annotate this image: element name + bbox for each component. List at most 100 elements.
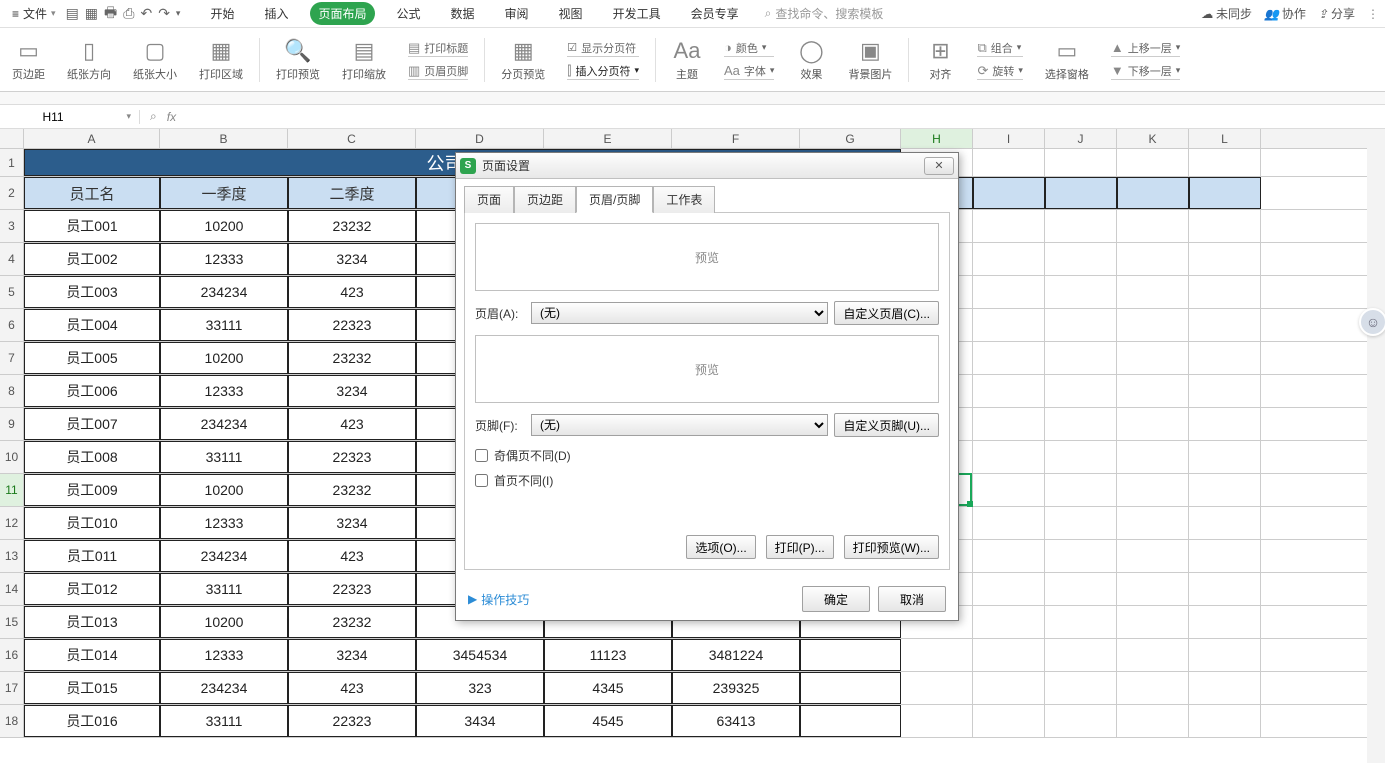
cell[interactable]: 二季度 [288, 177, 416, 209]
row-header-8[interactable]: 8 [0, 375, 24, 407]
cell[interactable] [1045, 177, 1117, 209]
cell[interactable]: 4345 [544, 672, 672, 704]
cell[interactable] [973, 540, 1045, 572]
cell[interactable]: 12333 [160, 639, 288, 671]
row-header-7[interactable]: 7 [0, 342, 24, 374]
chevron-down-icon[interactable]: ▾ [176, 8, 181, 19]
row-header-5[interactable]: 5 [0, 276, 24, 308]
chevron-down-icon[interactable]: ▾ [126, 111, 131, 122]
effects-button[interactable]: ◯效果 [790, 38, 832, 82]
ok-button[interactable]: 确定 [802, 586, 870, 612]
more-icon[interactable]: ⋮ [1367, 7, 1379, 21]
col-header-E[interactable]: E [544, 129, 672, 148]
ribbon-tab-6[interactable]: 视图 [551, 2, 591, 25]
cell[interactable] [1045, 573, 1117, 605]
cell[interactable] [1117, 474, 1189, 506]
cell[interactable] [1045, 342, 1117, 374]
orientation-button[interactable]: ▯纸张方向 [61, 38, 117, 82]
cell[interactable]: 33111 [160, 573, 288, 605]
cell[interactable]: 10200 [160, 474, 288, 506]
col-header-K[interactable]: K [1117, 129, 1189, 148]
row-header-15[interactable]: 15 [0, 606, 24, 638]
cell[interactable]: 一季度 [160, 177, 288, 209]
cell[interactable] [973, 639, 1045, 671]
select-pane-button[interactable]: ▭选择窗格 [1039, 38, 1095, 82]
cell[interactable] [973, 342, 1045, 374]
cell[interactable]: 33111 [160, 705, 288, 737]
cell[interactable] [1117, 408, 1189, 440]
cell[interactable]: 234234 [160, 540, 288, 572]
fx-icon[interactable]: fx [167, 110, 176, 124]
save-icon[interactable]: 🖶 [104, 2, 117, 26]
cell[interactable] [1045, 309, 1117, 341]
group-button[interactable]: ⧉组合▾ [977, 40, 1022, 57]
col-header-D[interactable]: D [416, 129, 544, 148]
fonts-button[interactable]: Aa字体▾ [724, 63, 774, 80]
cell[interactable] [1189, 672, 1261, 704]
cell[interactable]: 3234 [288, 507, 416, 539]
cell[interactable] [1045, 210, 1117, 242]
print-titles-button[interactable]: ▤打印标题 [408, 40, 468, 57]
col-header-C[interactable]: C [288, 129, 416, 148]
print-button[interactable]: 打印(P)... [766, 535, 834, 559]
row-header-18[interactable]: 18 [0, 705, 24, 737]
cell[interactable] [1117, 507, 1189, 539]
cell[interactable] [1045, 441, 1117, 473]
cell[interactable] [1189, 276, 1261, 308]
cell[interactable] [1189, 507, 1261, 539]
options-button[interactable]: 选项(O)... [686, 535, 755, 559]
row-header-16[interactable]: 16 [0, 639, 24, 671]
cell[interactable]: 3481224 [672, 639, 800, 671]
dialog-tab-3[interactable]: 工作表 [653, 186, 715, 213]
cell[interactable]: 423 [288, 672, 416, 704]
cell[interactable]: 234234 [160, 276, 288, 308]
cell[interactable]: 4545 [544, 705, 672, 737]
cell[interactable] [1117, 149, 1189, 176]
cell[interactable] [1117, 276, 1189, 308]
cell[interactable] [1189, 375, 1261, 407]
col-header-G[interactable]: G [800, 129, 901, 148]
cell[interactable] [1045, 276, 1117, 308]
cell[interactable]: 员工013 [24, 606, 160, 638]
new-icon[interactable]: ▤ [66, 5, 79, 22]
cell[interactable]: 10200 [160, 606, 288, 638]
cell[interactable] [1117, 375, 1189, 407]
themes-button[interactable]: Aa主题 [666, 38, 708, 82]
cell[interactable]: 23232 [288, 474, 416, 506]
cell[interactable]: 10200 [160, 210, 288, 242]
row-header-13[interactable]: 13 [0, 540, 24, 572]
search-icon[interactable]: ⌕ [150, 109, 157, 124]
share-button[interactable]: ⇪分享 [1318, 5, 1355, 22]
colors-button[interactable]: ◑颜色▾ [724, 40, 774, 57]
cell[interactable] [1045, 606, 1117, 638]
cell[interactable] [1189, 408, 1261, 440]
cell[interactable]: 12333 [160, 375, 288, 407]
ribbon-tab-2[interactable]: 页面布局 [310, 2, 374, 25]
cell[interactable] [901, 672, 973, 704]
print-scale-button[interactable]: ▤打印缩放 [336, 38, 392, 82]
assistant-avatar[interactable]: ☺ [1359, 308, 1385, 336]
cell[interactable] [973, 408, 1045, 440]
ribbon-tab-0[interactable]: 开始 [202, 2, 242, 25]
cell[interactable]: 3234 [288, 639, 416, 671]
ribbon-tab-1[interactable]: 插入 [256, 2, 296, 25]
send-backward-button[interactable]: ▼下移一层▾ [1111, 63, 1180, 80]
cell-reference-input[interactable] [8, 110, 98, 124]
coop-button[interactable]: 👥协作 [1264, 5, 1306, 22]
row-header-3[interactable]: 3 [0, 210, 24, 242]
row-header-4[interactable]: 4 [0, 243, 24, 275]
header-footer-button[interactable]: ▥页眉页脚 [408, 63, 468, 80]
cell[interactable] [1189, 243, 1261, 275]
cell[interactable] [1045, 639, 1117, 671]
cell[interactable] [1189, 441, 1261, 473]
cell[interactable] [1117, 540, 1189, 572]
footer-select[interactable]: (无) [531, 414, 828, 436]
cell[interactable]: 员工016 [24, 705, 160, 737]
cell[interactable] [1045, 705, 1117, 737]
margins-button[interactable]: ▭页边距 [6, 38, 51, 82]
cell[interactable] [973, 210, 1045, 242]
bring-forward-button[interactable]: ▲上移一层▾ [1111, 40, 1180, 57]
bg-image-button[interactable]: ▣背景图片 [842, 38, 898, 82]
first-page-checkbox[interactable]: 首页不同(I) [475, 472, 939, 489]
cell[interactable]: 323 [416, 672, 544, 704]
